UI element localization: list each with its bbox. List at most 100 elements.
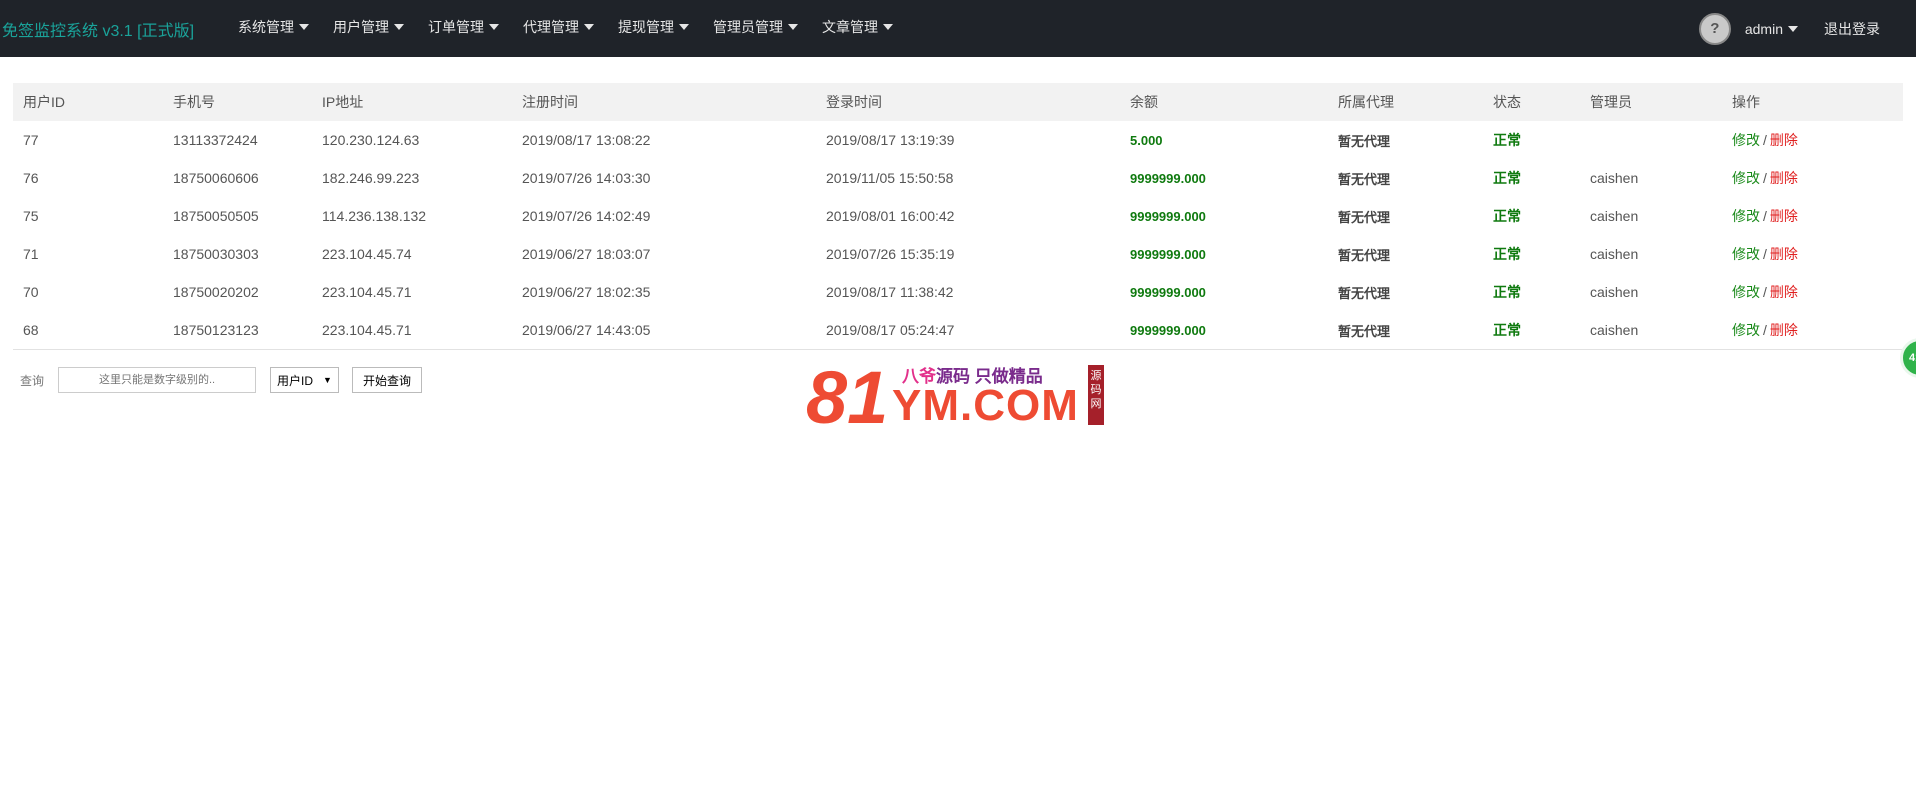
watermark-seal: 源码网: [1088, 365, 1104, 425]
cell-reg-time: 2019/06/27 18:03:07: [522, 246, 651, 262]
search-label: 查询: [20, 373, 45, 388]
nav-label: 管理员管理: [713, 19, 783, 35]
table-header-row: 用户ID 手机号 IP地址 注册时间 登录时间 余额 所属代理 状态 管理员 操…: [13, 83, 1903, 121]
delete-link[interactable]: 删除: [1770, 246, 1798, 262]
logout-link[interactable]: 退出登录: [1824, 19, 1880, 39]
edit-link[interactable]: 修改: [1732, 170, 1760, 186]
col-header-user-id: 用户ID: [23, 94, 65, 110]
users-table-container: 用户ID 手机号 IP地址 注册时间 登录时间 余额 所属代理 状态 管理员 操…: [13, 83, 1903, 350]
edit-link[interactable]: 修改: [1732, 208, 1760, 224]
search-field-select[interactable]: 用户ID ▼: [270, 367, 339, 393]
caret-down-icon: [1788, 25, 1798, 32]
nav-agents[interactable]: 代理管理: [511, 0, 606, 57]
action-separator: /: [1763, 284, 1767, 300]
cell-reg-time: 2019/07/26 14:03:30: [522, 170, 651, 186]
cell-actions: 修改 / 删除: [1722, 235, 1903, 273]
cell-user-id: 77: [23, 132, 39, 148]
nav-label: 用户管理: [333, 19, 389, 35]
cell-user-id: 68: [13, 311, 163, 350]
cell-phone: 18750123123: [163, 311, 312, 350]
cell-login-time: 2019/11/05 15:50:58: [826, 170, 954, 186]
caret-down-icon: [883, 24, 893, 30]
table-row: 76 18750060606 182.246.99.223 2019/07/26…: [13, 159, 1903, 197]
cell-actions: 修改 / 删除: [1722, 159, 1903, 197]
cell-balance: 9999999.000: [1120, 311, 1328, 350]
caret-down-icon: [394, 24, 404, 30]
cell-phone: 18750020202: [173, 284, 259, 300]
nav-orders[interactable]: 订单管理: [416, 0, 511, 57]
cell-ip: 114.236.138.132: [322, 208, 427, 224]
cell-status: 正常: [1483, 311, 1580, 350]
delete-link[interactable]: 删除: [1770, 208, 1798, 224]
avatar-icon[interactable]: ?: [1698, 12, 1731, 45]
cell-balance: 9999999.000: [1130, 246, 1206, 262]
delete-link[interactable]: 删除: [1770, 132, 1798, 148]
main-nav: 系统管理 用户管理 订单管理 代理管理 提现管理 管理员管理 文章管理: [226, 0, 905, 57]
search-input[interactable]: [58, 367, 257, 393]
cell-admin: caishen: [1590, 246, 1639, 262]
cell-login-time: 2019/08/17 13:19:39: [826, 132, 955, 148]
cell-reg-time: 2019/08/17 13:08:22: [522, 132, 651, 148]
edit-link[interactable]: 修改: [1732, 322, 1760, 338]
delete-link[interactable]: 删除: [1770, 322, 1798, 338]
cell-ip: 223.104.45.71: [322, 284, 412, 300]
username: admin: [1744, 20, 1783, 37]
col-header-agent: 所属代理: [1338, 94, 1394, 110]
admin-user-menu[interactable]: admin: [1745, 21, 1798, 37]
cell-agent: 暂无代理: [1338, 285, 1391, 301]
cell-admin: [1580, 121, 1722, 159]
col-header-status: 状态: [1493, 94, 1521, 110]
cell-status: 正常: [1493, 132, 1521, 148]
app-brand[interactable]: 免签监控系统 v3.1 [正式版]: [2, 17, 194, 41]
cell-status: 正常: [1493, 208, 1521, 224]
caret-down-icon: [679, 24, 689, 30]
cell-status: 正常: [1493, 170, 1521, 186]
watermark-domain: YM.COM: [892, 381, 1079, 430]
action-separator: /: [1763, 132, 1767, 148]
action-separator: /: [1763, 246, 1767, 262]
cell-ip: 223.104.45.71: [312, 311, 512, 350]
cell-phone: 18750060606: [173, 170, 259, 186]
col-header-balance: 余额: [1130, 94, 1158, 110]
nav-admins[interactable]: 管理员管理: [701, 0, 810, 57]
cell-actions: 修改 / 删除: [1722, 311, 1903, 350]
cell-login-time: 2019/08/17 11:38:42: [826, 284, 954, 300]
delete-link[interactable]: 删除: [1770, 170, 1798, 186]
cell-agent: 暂无代理: [1338, 209, 1391, 225]
cell-phone: 18750030303: [173, 246, 259, 262]
cell-balance: 5.000: [1130, 132, 1163, 148]
nav-withdrawals[interactable]: 提现管理: [606, 0, 701, 57]
dropdown-arrow-icon: ▼: [323, 375, 332, 385]
top-navbar: 免签监控系统 v3.1 [正式版] 系统管理 用户管理 订单管理 代理管理 提现…: [0, 0, 1916, 57]
nav-label: 文章管理: [822, 19, 878, 35]
cell-ip: 120.230.124.63: [322, 132, 420, 148]
delete-link[interactable]: 删除: [1770, 284, 1798, 300]
edit-link[interactable]: 修改: [1732, 246, 1760, 262]
cell-agent: 暂无代理: [1338, 171, 1391, 187]
cell-actions: 修改 / 删除: [1722, 197, 1903, 235]
cell-admin: caishen: [1590, 284, 1639, 300]
cell-agent: 暂无代理: [1338, 247, 1391, 263]
cell-reg-time: 2019/06/27 14:43:05: [512, 311, 816, 350]
action-separator: /: [1763, 322, 1767, 338]
cell-user-id: 71: [23, 246, 39, 262]
nav-users[interactable]: 用户管理: [321, 0, 416, 57]
table-row: 77 13113372424 120.230.124.63 2019/08/17…: [13, 121, 1903, 159]
search-button[interactable]: 开始查询: [351, 367, 422, 393]
cell-admin: caishen: [1590, 170, 1639, 186]
nav-system[interactable]: 系统管理: [226, 0, 321, 57]
table-row: 68 18750123123 223.104.45.71 2019/06/27 …: [13, 311, 1903, 350]
nav-articles[interactable]: 文章管理: [810, 0, 905, 57]
cell-phone: 18750050505: [173, 208, 259, 224]
cell-login-time: 2019/08/01 16:00:42: [826, 208, 955, 224]
col-header-admin: 管理员: [1590, 94, 1632, 110]
search-bar: 查询 用户ID ▼ 开始查询: [20, 366, 422, 394]
nav-label: 提现管理: [618, 19, 674, 35]
action-separator: /: [1763, 170, 1767, 186]
cell-agent: 暂无代理: [1328, 311, 1483, 350]
caret-down-icon: [788, 24, 798, 30]
edit-link[interactable]: 修改: [1732, 284, 1760, 300]
edit-link[interactable]: 修改: [1732, 132, 1760, 148]
cell-actions: 修改 / 删除: [1722, 273, 1903, 311]
cell-actions: 修改 / 删除: [1722, 121, 1903, 159]
